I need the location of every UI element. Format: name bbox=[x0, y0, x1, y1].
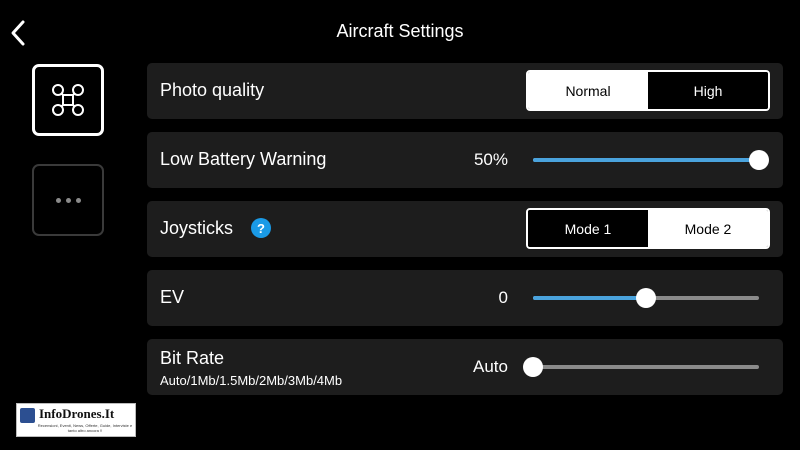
bit-rate-options-text: Auto/1Mb/1.5Mb/2Mb/3Mb/4Mb bbox=[160, 373, 343, 388]
slider-thumb[interactable] bbox=[523, 357, 543, 377]
photo-quality-normal-option[interactable]: Normal bbox=[528, 72, 648, 109]
photo-quality-high-option[interactable]: High bbox=[648, 72, 768, 109]
ev-value: 0 bbox=[498, 288, 508, 307]
photo-quality-label: Photo quality bbox=[160, 80, 265, 100]
bit-rate-slider[interactable] bbox=[523, 353, 759, 381]
logo-badge-icon bbox=[20, 408, 35, 423]
joysticks-label: Joysticks bbox=[160, 218, 234, 238]
header: Aircraft Settings bbox=[0, 0, 800, 64]
ev-row: EV 0 bbox=[147, 270, 783, 326]
logo-title: InfoDrones.It bbox=[39, 406, 115, 421]
slider-fill bbox=[533, 158, 759, 162]
photo-quality-row: Photo quality Normal High bbox=[147, 63, 783, 119]
slider-track bbox=[533, 365, 759, 369]
photo-quality-toggle: Normal High bbox=[526, 70, 770, 111]
page-title: Aircraft Settings bbox=[336, 21, 464, 41]
slider-thumb[interactable] bbox=[636, 288, 656, 308]
ev-slider[interactable] bbox=[533, 284, 759, 312]
watermark-logo: InfoDrones.It Recensioni, Eventi, News, … bbox=[16, 403, 136, 437]
slider-thumb[interactable] bbox=[749, 150, 769, 170]
sidebar-item-more[interactable] bbox=[32, 164, 104, 236]
low-battery-label: Low Battery Warning bbox=[160, 149, 327, 169]
more-icon bbox=[55, 197, 81, 203]
drone-icon bbox=[52, 84, 84, 116]
low-battery-slider[interactable] bbox=[533, 146, 769, 174]
bit-rate-row: Bit Rate Auto/1Mb/1.5Mb/2Mb/3Mb/4Mb Auto bbox=[147, 339, 783, 395]
slider-fill bbox=[533, 296, 646, 300]
bit-rate-label: Bit Rate bbox=[160, 348, 225, 368]
help-icon[interactable]: ? bbox=[251, 218, 271, 238]
low-battery-value: 50% bbox=[473, 150, 508, 169]
ev-label: EV bbox=[160, 287, 185, 307]
low-battery-row: Low Battery Warning 50% bbox=[147, 132, 783, 188]
sidebar-item-aircraft[interactable] bbox=[32, 64, 104, 136]
joysticks-mode-toggle: Mode 1 Mode 2 bbox=[526, 208, 770, 249]
logo-subtitle: Recensioni, Eventi, News, Offerte, Guide… bbox=[37, 423, 133, 433]
bit-rate-value: Auto bbox=[473, 357, 508, 376]
joysticks-row: Joysticks ? Mode 1 Mode 2 bbox=[147, 201, 783, 257]
joysticks-mode1-option[interactable]: Mode 1 bbox=[528, 210, 648, 247]
joysticks-mode2-option[interactable]: Mode 2 bbox=[648, 210, 768, 247]
